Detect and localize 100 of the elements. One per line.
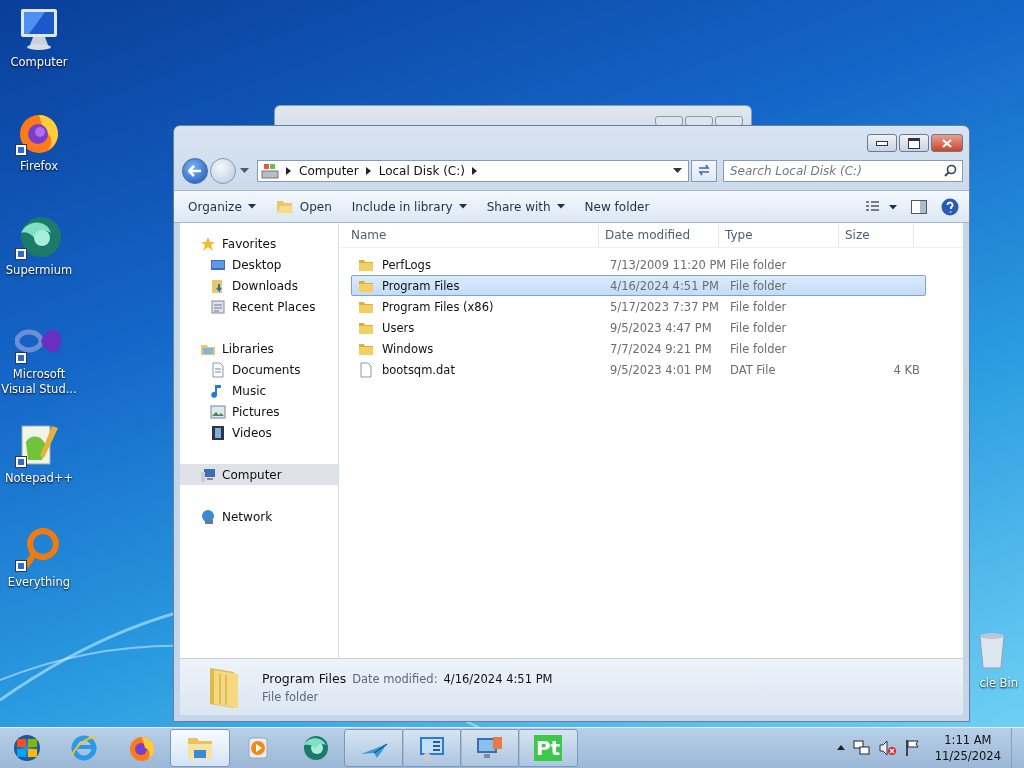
film-icon — [210, 424, 226, 441]
network-icon[interactable] — [852, 739, 871, 757]
close-icon — [942, 138, 952, 148]
desktop-icon-label[interactable]: Notepad++ — [1, 471, 77, 486]
folder-icon — [358, 341, 374, 356]
toolbar-button[interactable]: New folder — [584, 197, 650, 216]
file-row[interactable]: bootsqm.dat 9/5/2023 4:01 PM DAT File 4 KB — [351, 359, 926, 380]
taskbar-button[interactable] — [460, 729, 520, 767]
breadcrumb-arrow-icon[interactable] — [365, 167, 372, 175]
nav-item[interactable]: Network — [180, 506, 338, 527]
item-type: File folder — [262, 689, 320, 704]
item-name: Program Files — [262, 670, 347, 686]
folder-icon — [358, 299, 374, 314]
nav-item[interactable]: Favorites — [180, 233, 338, 254]
desktop-icon-label[interactable]: Everything — [1, 575, 77, 590]
nav-item[interactable]: Computer — [180, 464, 338, 485]
column-header[interactable]: Type — [719, 223, 839, 247]
view-options-button[interactable] — [865, 200, 897, 213]
nav-item[interactable]: Music — [180, 380, 338, 401]
nav-item[interactable]: Libraries — [180, 338, 338, 359]
table-cell-text: 9/5/2023 4:01 PM — [610, 362, 713, 377]
toolbar-button[interactable]: Include in library — [351, 197, 467, 216]
minimize-button[interactable] — [867, 134, 897, 152]
file-name: PerfLogs — [382, 257, 431, 272]
file-row[interactable]: Program Files 4/16/2024 4:51 PM File folder — [351, 275, 926, 296]
desktop-icon-label[interactable]: Supermium — [1, 263, 77, 278]
breadcrumb-item[interactable]: Computer — [299, 164, 359, 178]
show-hidden-icons-button[interactable] — [836, 745, 845, 751]
nav-item[interactable]: Recent Places — [180, 296, 338, 317]
breadcrumb-arrow-icon[interactable] — [286, 167, 292, 175]
nav-item[interactable]: Documents — [180, 359, 338, 380]
dropdown-caret-icon[interactable] — [673, 168, 682, 174]
table-cell-text: 4 KB — [892, 362, 920, 377]
desktop-icon-label[interactable]: Microsoft Visual Stud... — [1, 367, 77, 397]
computer-icon — [200, 466, 216, 483]
flag-icon[interactable] — [904, 739, 921, 757]
supermium-icon[interactable] — [15, 214, 63, 260]
file-row[interactable]: PerfLogs 7/13/2009 11:20 PM File folder — [351, 254, 926, 275]
toolbar-button[interactable]: Open — [275, 197, 332, 216]
table-cell-text: File folder — [730, 320, 788, 335]
folder-icon — [358, 257, 374, 272]
recent-places-icon — [210, 298, 226, 315]
preview-pane-button[interactable] — [911, 199, 927, 214]
back-button[interactable] — [182, 158, 208, 184]
folder-icon — [358, 278, 374, 293]
history-caret-icon[interactable] — [240, 168, 249, 174]
maximize-button[interactable] — [899, 134, 929, 152]
file-row[interactable]: Windows 7/7/2024 9:21 PM File folder — [351, 338, 926, 359]
search-icon[interactable] — [944, 164, 957, 177]
nav-item[interactable]: Downloads — [180, 275, 338, 296]
document-icon — [210, 361, 226, 378]
refresh-button[interactable] — [691, 160, 717, 182]
table-cell-text: File folder — [730, 299, 788, 314]
nav-item[interactable]: Pictures — [180, 401, 338, 422]
file-name: Program Files (x86) — [382, 299, 494, 314]
desktop-icon-label[interactable]: Firefox — [1, 159, 77, 174]
toolbar-button[interactable]: Organize — [188, 197, 256, 216]
caret-icon — [247, 204, 256, 209]
drive-icon — [261, 163, 279, 179]
refresh-icon — [697, 163, 711, 176]
table-cell-text: File folder — [730, 257, 788, 272]
desktop-icon-label[interactable]: Computer — [1, 55, 77, 70]
caret-icon — [556, 204, 565, 209]
network-icon — [200, 508, 216, 525]
close-button[interactable] — [931, 134, 963, 152]
file-name: Users — [382, 320, 415, 335]
table-cell-text: File folder — [730, 341, 788, 356]
file-row[interactable]: Program Files (x86) 5/17/2023 7:37 PM File folder — [351, 296, 926, 317]
pt-app-icon — [533, 734, 563, 762]
breadcrumb-item[interactable]: Local Disk (C:) — [378, 164, 465, 178]
file-name: Program Files — [382, 278, 460, 293]
breadcrumb-arrow-icon[interactable] — [471, 167, 478, 175]
folder-icon — [358, 320, 374, 335]
column-header[interactable]: Size — [839, 223, 914, 247]
caret-icon — [458, 204, 467, 209]
search-field[interactable]: Search Local Disk (C:) — [723, 160, 963, 182]
help-button[interactable] — [941, 197, 959, 216]
column-header[interactable]: Date modified — [599, 223, 719, 247]
file-icon — [358, 361, 374, 378]
volume-muted-icon[interactable] — [878, 739, 897, 757]
clock[interactable]: 1:11 AM 11/25/2024 — [934, 731, 1001, 765]
file-name: Windows — [382, 341, 434, 356]
table-cell-text: 7/7/2024 9:21 PM — [610, 341, 713, 356]
address-bar[interactable]: Computer Local Disk (C:) — [257, 160, 689, 182]
table-cell-text: 4/16/2024 4:51 PM — [610, 278, 720, 293]
pictures-icon — [210, 403, 226, 420]
file-row[interactable]: Users 9/5/2023 4:47 PM File folder — [351, 317, 926, 338]
toolbar-button[interactable]: Share with — [486, 197, 565, 216]
browser-e-icon — [69, 734, 99, 762]
taskbar-button[interactable] — [170, 729, 230, 767]
table-cell-text: 7/13/2009 11:20 PM — [610, 257, 728, 272]
supermium-icon — [301, 734, 331, 762]
table-cell-text: 5/17/2023 7:37 PM — [610, 299, 720, 314]
table-cell-text: File folder — [730, 278, 788, 293]
taskbar-button[interactable] — [402, 729, 462, 767]
nav-item[interactable]: Videos — [180, 422, 338, 443]
star-icon — [200, 235, 216, 252]
column-header[interactable]: Name — [339, 223, 599, 247]
folder-icon — [275, 199, 294, 214]
nav-item[interactable]: Desktop — [180, 254, 338, 275]
